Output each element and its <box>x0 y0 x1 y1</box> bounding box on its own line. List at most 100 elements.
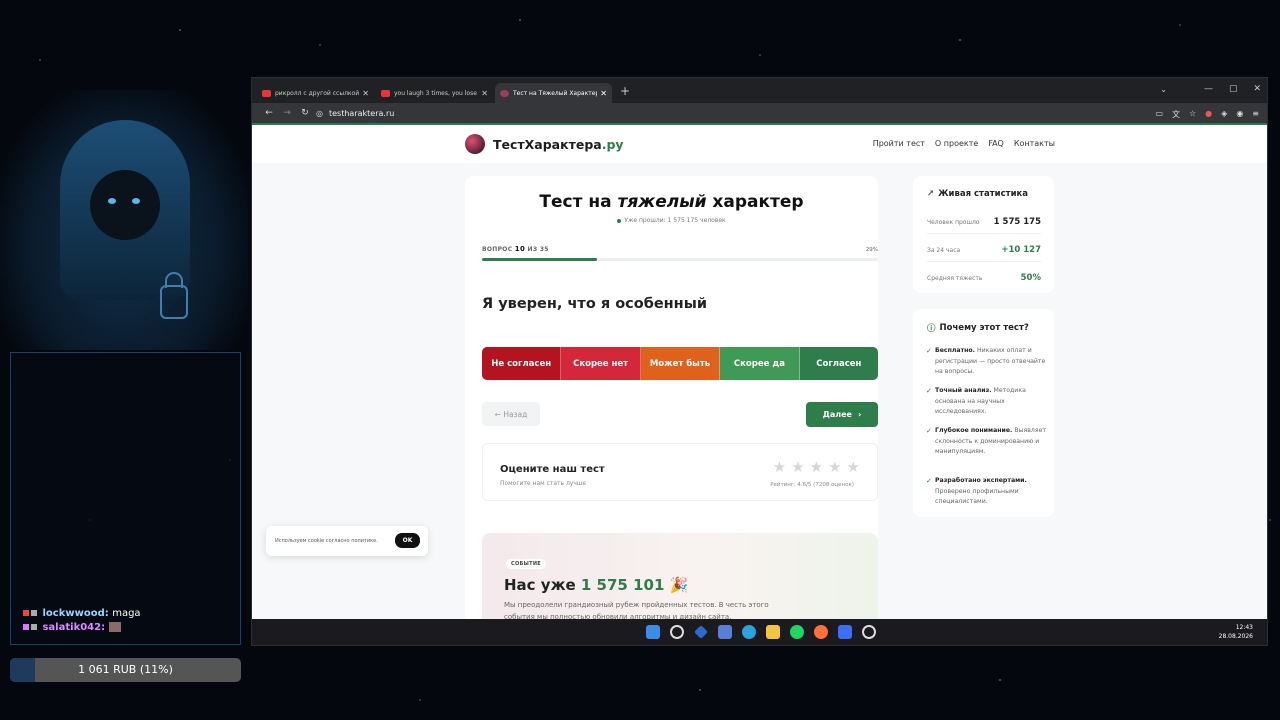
check-icon: ✓ <box>926 347 932 355</box>
menu-icon[interactable]: ≡ <box>1252 109 1259 120</box>
browser-tab[interactable]: you laugh 3 times, you lose - Yo ✕ <box>376 83 493 103</box>
taskbar: 12:43 28.08.2026 <box>252 619 1267 645</box>
new-tab-icon[interactable]: + <box>620 84 630 98</box>
answer-agree-button[interactable]: Согласен <box>799 347 878 380</box>
logo-text: ТестХарактера.ру <box>493 136 624 152</box>
chat-text: maga <box>112 608 141 619</box>
app-icon[interactable] <box>694 625 708 639</box>
chat-message: lockwwood: maga <box>23 608 141 619</box>
translate-icon[interactable]: 文 <box>1172 109 1180 120</box>
window-controls: — ▢ ✕ <box>1204 84 1261 94</box>
web-page: ТестХарактера.ру Пройти тест О проекте F… <box>252 125 1267 619</box>
site-favicon-icon <box>500 89 509 97</box>
progress-bar <box>482 258 878 261</box>
nav-about[interactable]: О проекте <box>935 139 978 148</box>
forward-arrow-icon[interactable]: → <box>278 108 296 118</box>
browser-window: рикролл с другой ссылкой - Yo ✕ you laug… <box>251 77 1268 646</box>
back-button[interactable]: ← Назад <box>482 402 540 426</box>
check-icon: ✓ <box>926 387 932 395</box>
promo-title: Нас уже 1 575 101 🎉 <box>504 576 689 594</box>
chevron-right-icon: › <box>857 410 862 419</box>
app-icon[interactable] <box>718 625 732 639</box>
logo-mark-icon <box>465 134 485 154</box>
cat-face <box>90 170 160 240</box>
maximize-icon[interactable]: ▢ <box>1229 84 1238 94</box>
start-icon[interactable] <box>646 625 660 639</box>
close-icon[interactable]: ✕ <box>600 89 607 98</box>
test-card: Тест на тяжелый характер Уже прошли: 1 5… <box>465 176 878 619</box>
promo-text: Мы преодолели грандиозный рубеж пройденн… <box>504 601 769 619</box>
profile-icon[interactable]: ◉ <box>1236 109 1243 120</box>
chrome-icon[interactable] <box>862 625 876 639</box>
passed-counter: Уже прошли: 1 575 175 человек <box>465 217 878 224</box>
minimize-icon[interactable]: — <box>1204 84 1213 94</box>
tab-title: you laugh 3 times, you lose - Yo <box>394 89 478 97</box>
cast-icon[interactable]: ▭ <box>1155 109 1163 120</box>
site-info-icon[interactable]: ◎ <box>316 109 323 118</box>
star-icon[interactable]: ★ <box>847 458 860 476</box>
star-icon[interactable]: ★ <box>828 458 841 476</box>
extension-icon[interactable]: ● <box>1205 109 1212 120</box>
tab-search-icon[interactable]: ⌄ <box>1160 85 1167 94</box>
system-clock: 12:43 28.08.2026 <box>1218 624 1253 640</box>
why-item: ✓ Разработано экспертами. Проверено профи… <box>926 477 1027 505</box>
answer-rather-yes-button[interactable]: Скорее да <box>720 347 800 380</box>
site-nav: Пройти тест О проекте FAQ Контакты <box>873 139 1055 148</box>
app-icon[interactable] <box>838 625 852 639</box>
party-icon: 🎉 <box>669 576 689 594</box>
rating-widget: Оцените наш тест Помогите нам стать лучш… <box>482 443 878 501</box>
close-icon[interactable]: ✕ <box>481 89 488 98</box>
rating-subtitle: Помогите нам стать лучше <box>500 480 587 487</box>
cookie-text: Используем cookie согласно политике. <box>275 538 378 544</box>
youtube-icon <box>262 89 271 97</box>
browser-tab[interactable]: рикролл с другой ссылкой - Yo ✕ <box>257 83 374 103</box>
star-icon[interactable]: ★ <box>810 458 823 476</box>
firefox-icon[interactable] <box>814 625 828 639</box>
star-icon[interactable]: ★ <box>773 458 786 476</box>
url-field[interactable]: testharaktera.ru <box>329 109 394 118</box>
reload-icon[interactable]: ↻ <box>296 108 314 118</box>
next-button[interactable]: Далее › <box>806 402 878 427</box>
stat-row: Человек прошло 1 575 175 <box>927 217 1041 227</box>
answer-maybe-button[interactable]: Может быть <box>640 347 721 380</box>
chat-message: salatik042: <box>23 622 123 633</box>
youtube-icon <box>381 89 390 97</box>
cookie-ok-button[interactable]: OK <box>395 533 420 548</box>
answer-disagree-button[interactable]: Не согласен <box>482 347 562 380</box>
window-close-icon[interactable]: ✕ <box>1253 84 1261 94</box>
why-title: ⓘ Почему этот тест? <box>927 323 1029 334</box>
info-icon: ⓘ <box>927 324 936 334</box>
live-dot-icon <box>617 218 622 223</box>
back-arrow-icon[interactable]: ← <box>260 108 278 118</box>
site-logo[interactable]: ТестХарактера.ру <box>465 134 624 154</box>
nav-contacts[interactable]: Контакты <box>1014 139 1055 148</box>
nav-take-test[interactable]: Пройти тест <box>873 139 925 148</box>
folder-icon[interactable] <box>766 625 780 639</box>
cookie-banner: Используем cookie согласно политике. OK <box>266 526 428 556</box>
search-icon[interactable] <box>670 625 684 639</box>
lock-icon <box>160 285 188 319</box>
tab-title: Тест на Тяжелый Характер Он <box>513 89 598 97</box>
star-icon[interactable]: ★ <box>791 458 804 476</box>
progress-fill <box>482 258 597 261</box>
address-bar: ← → ↻ ◎ testharaktera.ru ▭ 文 ☆ ● ◈ ◉ ≡ <box>252 103 1267 125</box>
stat-row: Средняя тяжесть 50% <box>927 273 1041 283</box>
stats-title: ↗ Живая статистика <box>927 189 1029 199</box>
chat-username: lockwwood: <box>42 608 109 619</box>
toolbar-icons: ▭ 文 ☆ ● ◈ ◉ ≡ <box>1155 109 1259 120</box>
nav-faq[interactable]: FAQ <box>988 139 1004 148</box>
eye-right <box>132 198 140 204</box>
question-text: Я уверен, что я особенный <box>482 296 707 312</box>
telegram-icon[interactable] <box>742 625 756 639</box>
answer-rather-no-button[interactable]: Скорее нет <box>561 347 641 380</box>
why-item: ✓ Точный анализ. Методика основана на нау… <box>926 387 1026 415</box>
check-icon: ✓ <box>926 477 932 485</box>
rating-stars: ★ ★ ★ ★ ★ <box>773 458 860 476</box>
close-icon[interactable]: ✕ <box>362 89 369 98</box>
spotify-icon[interactable] <box>790 625 804 639</box>
page-title: Тест на тяжелый характер <box>539 192 804 212</box>
bookmark-star-icon[interactable]: ☆ <box>1189 109 1196 120</box>
browser-tab-active[interactable]: Тест на Тяжелый Характер Он ✕ <box>495 83 612 103</box>
extensions-puzzle-icon[interactable]: ◈ <box>1221 109 1227 120</box>
chat-username: salatik042: <box>42 622 106 633</box>
